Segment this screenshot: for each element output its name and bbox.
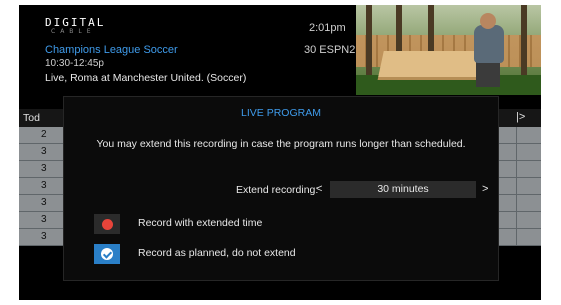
guide-divider	[516, 127, 517, 143]
guide-divider	[516, 195, 517, 211]
option-icon-box-selected	[94, 244, 120, 264]
worker-legs	[476, 61, 500, 87]
guide-cell: 3	[41, 180, 47, 191]
guide-cell: 3	[41, 197, 47, 208]
worker-head	[480, 13, 496, 29]
clock: 2:01pm	[309, 22, 346, 34]
guide-cell: 2	[41, 129, 47, 140]
extend-recording-selector[interactable]: 30 minutes	[330, 181, 476, 198]
guide-divider	[516, 161, 517, 177]
option-record-extended-label: Record with extended time	[138, 217, 263, 229]
record-dot-icon	[102, 219, 113, 230]
extend-recording-label: Extend recording:	[236, 184, 319, 196]
program-title: Champions League Soccer	[45, 44, 178, 56]
option-record-extended[interactable]: Record with extended time	[94, 214, 494, 234]
tv-screen: DIGITAL CABLE 2:01pm Champions League So…	[19, 5, 541, 300]
chevron-left-icon[interactable]: <	[316, 183, 322, 195]
option-record-as-planned[interactable]: Record as planned, do not extend	[94, 244, 494, 264]
guide-day-label: Tod	[23, 112, 40, 124]
guide-divider	[516, 229, 517, 245]
option-icon-box	[94, 214, 120, 234]
guide-cell: 3	[41, 146, 47, 157]
program-time: 10:30-12:45p	[45, 58, 104, 69]
brand-bottom: CABLE	[51, 28, 96, 35]
chevron-right-icon[interactable]: >	[482, 183, 488, 195]
brand-logo: DIGITAL CABLE	[45, 17, 115, 35]
program-description: Live, Roma at Manchester United. (Soccer…	[45, 72, 247, 84]
guide-divider	[516, 212, 517, 228]
guide-cell: 3	[41, 163, 47, 174]
option-record-as-planned-label: Record as planned, do not extend	[138, 247, 296, 259]
checkmark-icon	[101, 248, 113, 260]
tree	[366, 5, 372, 83]
guide-divider	[516, 144, 517, 160]
channel-label: 30 ESPN2	[304, 44, 356, 56]
guide-next-arrow[interactable]: |>	[516, 111, 525, 123]
live-program-dialog: LIVE PROGRAM You may extend this recordi…	[63, 96, 499, 281]
dialog-title: LIVE PROGRAM	[241, 107, 321, 119]
dialog-message: You may extend this recording in case th…	[96, 138, 466, 150]
video-preview	[356, 5, 541, 95]
guide-cell: 3	[41, 214, 47, 225]
guide-cell: 3	[41, 231, 47, 242]
tree	[521, 5, 527, 83]
worker-body	[474, 25, 504, 63]
guide-divider	[516, 178, 517, 194]
grass	[356, 75, 541, 95]
brand-top: DIGITAL	[45, 16, 106, 29]
